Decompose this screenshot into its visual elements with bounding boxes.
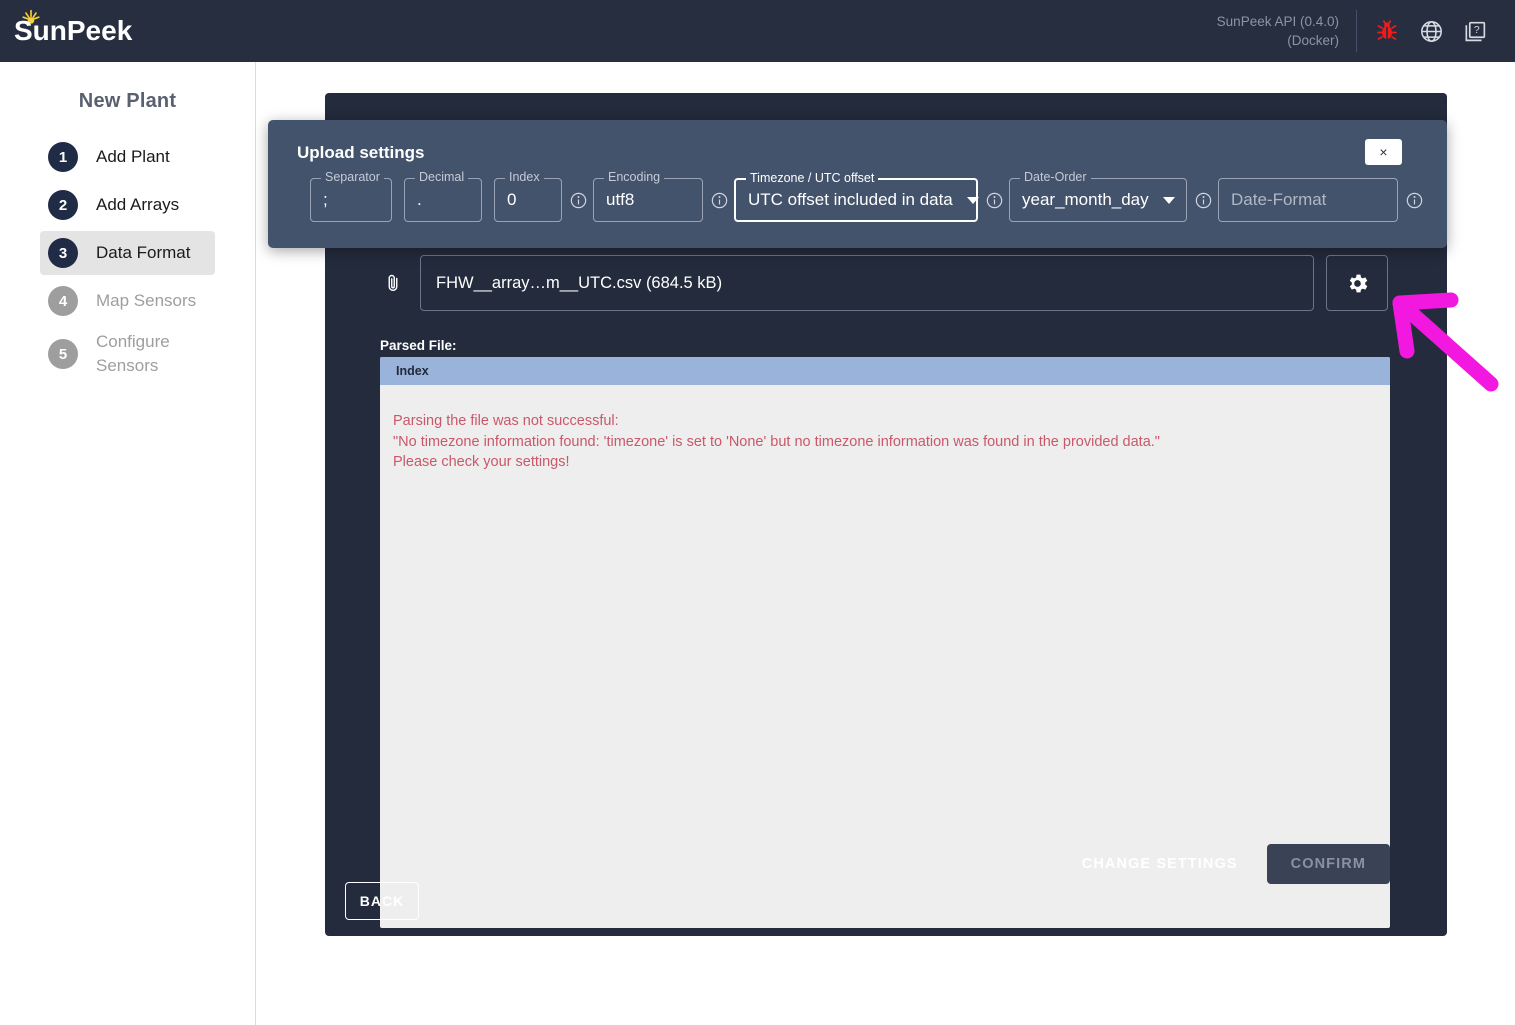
paperclip-glyph <box>388 274 398 292</box>
app-logo[interactable]: SunPeek <box>14 9 133 46</box>
info-glyph <box>711 192 728 209</box>
sidebar-item-label: Add Plant <box>96 147 170 166</box>
step-number-5: 5 <box>48 339 78 369</box>
date-format-placeholder: Date-Format <box>1231 190 1327 209</box>
back-button[interactable]: BACK <box>345 882 419 920</box>
info-glyph <box>1406 192 1423 209</box>
timezone-value: UTC offset included in data <box>748 190 953 209</box>
sidebar-item-label: Configure Sensors <box>96 332 170 375</box>
sidebar-title: New Plant <box>78 90 177 112</box>
date-order-value: year_month_day <box>1022 190 1149 209</box>
chevron-down-icon[interactable] <box>1149 196 1175 204</box>
encoding-legend: Encoding <box>604 170 665 184</box>
sidebar-item-label: Map Sensors <box>96 291 197 310</box>
header-divider <box>1356 10 1357 52</box>
error-line-3: Please check your settings! <box>393 454 570 470</box>
encoding-value: utf8 <box>606 190 635 209</box>
step-number-1: 1 <box>48 142 78 172</box>
parsed-file-panel: Index Parsing the file was not successfu… <box>380 357 1390 928</box>
help-pages-glyph: ? <box>1465 21 1485 41</box>
info-glyph <box>570 192 587 209</box>
step-number-2: 2 <box>48 190 78 220</box>
step-number-3: 3 <box>48 238 78 268</box>
parsed-file-content: Parsing the file was not successful: "No… <box>380 385 1390 473</box>
card-action-buttons: CHANGE SETTINGS CONFIRM <box>1065 844 1390 884</box>
api-version-info: SunPeek API (0.4.0) (Docker) <box>1217 12 1356 50</box>
info-glyph <box>986 192 1003 209</box>
date-order-select[interactable]: Date-Order year_month_day <box>1009 170 1187 222</box>
separator-value: ; <box>323 190 328 209</box>
chevron-down-icon[interactable] <box>953 196 979 204</box>
close-icon[interactable]: × <box>1365 139 1402 165</box>
app-root: SunPeek SunPeek API (0.4.0) (Docker) ? N… <box>0 0 1515 1025</box>
separator-legend: Separator <box>321 170 384 184</box>
parsed-table-header: Index <box>380 357 1390 385</box>
gear-icon[interactable] <box>1326 255 1388 311</box>
sidebar-item-map-sensors: 4 Map Sensors <box>40 279 215 323</box>
decimal-value: . <box>417 190 422 209</box>
confirm-button[interactable]: CONFIRM <box>1266 844 1390 884</box>
info-glyph <box>1195 192 1212 209</box>
paperclip-icon <box>380 272 406 294</box>
index-input[interactable]: Index 0 <box>494 170 562 222</box>
top-header-bar: SunPeek SunPeek API (0.4.0) (Docker) ? <box>0 0 1515 62</box>
date-format-info-icon[interactable] <box>1406 192 1423 214</box>
sidebar-item-label: Add Arrays <box>96 195 180 214</box>
timezone-select[interactable]: Timezone / UTC offset UTC offset include… <box>734 171 979 222</box>
file-name-text: FHW__array…m__UTC.csv (684.5 kB) <box>436 273 723 292</box>
encoding-input[interactable]: Encoding utf8 <box>593 170 703 222</box>
upload-settings-fields: Separator ; Decimal . Index 0 Encoding u… <box>310 170 1429 222</box>
bug-icon[interactable] <box>1365 9 1409 53</box>
header-actions: SunPeek API (0.4.0) (Docker) ? <box>1217 0 1515 62</box>
sidebar-item-configure-sensors: 5 Configure Sensors <box>40 327 215 381</box>
error-line-2: "No timezone information found: 'timezon… <box>393 433 1160 450</box>
date-order-legend: Date-Order <box>1020 170 1091 184</box>
separator-input[interactable]: Separator ; <box>310 170 392 222</box>
sidebar-item-add-plant[interactable]: 1 Add Plant <box>40 135 215 179</box>
bug-glyph <box>1377 20 1397 40</box>
file-name-field[interactable]: FHW__array…m__UTC.csv (684.5 kB) <box>420 255 1314 311</box>
index-legend: Index <box>505 170 544 184</box>
timezone-info-icon[interactable] <box>986 192 1003 214</box>
timezone-legend: Timezone / UTC offset <box>746 171 879 185</box>
error-line-1: Parsing the file was not successful: <box>393 413 619 429</box>
wizard-sidebar: New Plant 1 Add Plant 2 Add Arrays 3 Dat… <box>0 62 256 1025</box>
index-value: 0 <box>507 190 517 209</box>
change-settings-button[interactable]: CHANGE SETTINGS <box>1065 845 1255 883</box>
sidebar-item-data-format[interactable]: 3 Data Format <box>40 231 215 275</box>
sidebar-item-add-arrays[interactable]: 2 Add Arrays <box>40 183 215 227</box>
api-version-line2: (Docker) <box>1287 33 1339 48</box>
encoding-info-icon[interactable] <box>711 192 728 214</box>
step-number-4: 4 <box>48 286 78 316</box>
column-header-index: Index <box>396 364 429 378</box>
parsed-file-label: Parsed File: <box>380 338 457 353</box>
uploaded-file-row: FHW__array…m__UTC.csv (684.5 kB) <box>380 255 1388 311</box>
decimal-input[interactable]: Decimal . <box>404 170 482 222</box>
date-order-info-icon[interactable] <box>1195 192 1212 214</box>
upload-settings-dialog: Upload settings × Separator ; Decimal . … <box>268 120 1447 248</box>
api-version-line1: SunPeek API (0.4.0) <box>1216 14 1339 29</box>
help-pages-icon[interactable]: ? <box>1453 9 1497 53</box>
decimal-legend: Decimal <box>415 170 469 184</box>
globe-glyph <box>1420 20 1442 42</box>
dialog-title: Upload settings <box>297 143 425 162</box>
index-info-icon[interactable] <box>570 192 587 214</box>
gear-glyph <box>1349 274 1367 292</box>
globe-icon[interactable] <box>1409 9 1453 53</box>
sidebar-item-label: Data Format <box>96 243 191 262</box>
svg-text:?: ? <box>1473 25 1479 36</box>
date-format-input[interactable]: Date-Format <box>1218 178 1398 222</box>
logo-text: SunPeek <box>14 15 133 46</box>
